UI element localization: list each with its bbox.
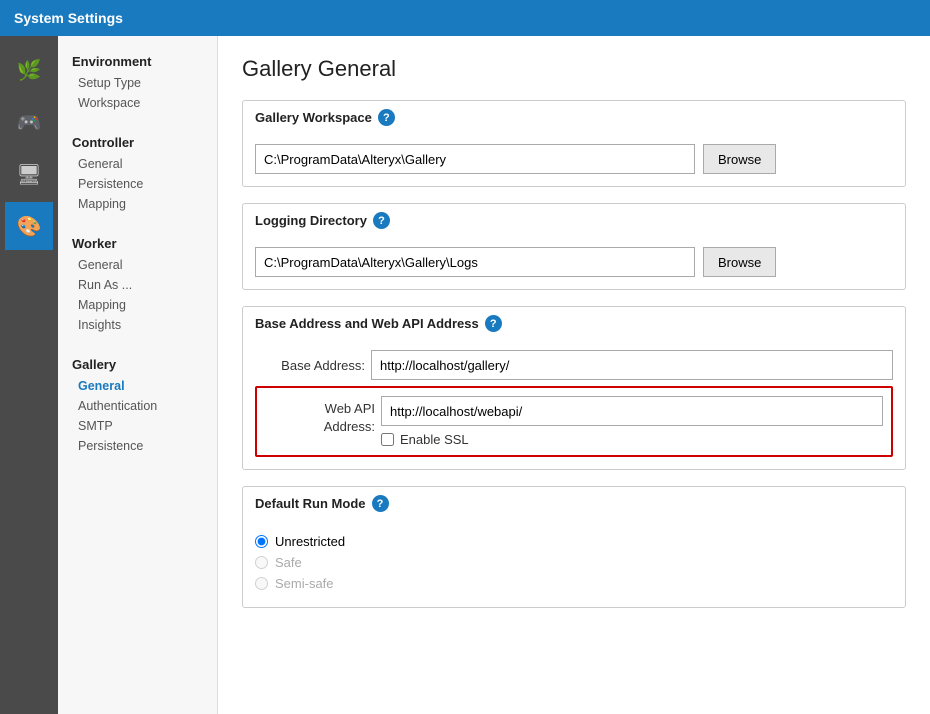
enable-ssl-label[interactable]: Enable SSL	[400, 432, 469, 447]
nav-item-setup-type[interactable]: Setup Type	[58, 73, 217, 93]
default-run-mode-help-icon[interactable]: ?	[372, 495, 389, 512]
nav-item-controller-general[interactable]: General	[58, 154, 217, 174]
run-mode-unrestricted-radio[interactable]	[255, 535, 268, 548]
default-run-mode-header: Default Run Mode ?	[243, 487, 905, 520]
nav-item-worker-runas[interactable]: Run As ...	[58, 275, 217, 295]
webapi-row: Web API Address: Enable SSL	[265, 396, 883, 447]
gallery-workspace-input[interactable]	[255, 144, 695, 174]
base-address-section: Base Address and Web API Address ? Base …	[242, 306, 906, 470]
default-run-mode-body: Unrestricted Safe Semi-safe	[243, 520, 905, 607]
gallery-workspace-browse-button[interactable]: Browse	[703, 144, 776, 174]
nav-item-gallery-general[interactable]: General	[58, 376, 217, 396]
base-address-title: Base Address and Web API Address	[255, 316, 479, 331]
sidebar-icon-controller[interactable]: 🎮	[5, 98, 53, 146]
nav-item-gallery-smtp[interactable]: SMTP	[58, 416, 217, 436]
run-mode-safe: Safe	[255, 555, 893, 570]
run-mode-safe-label[interactable]: Safe	[275, 555, 302, 570]
worker-icon: 🖥	[16, 162, 41, 187]
title-bar-label: System Settings	[14, 10, 123, 26]
base-address-help-icon[interactable]: ?	[485, 315, 502, 332]
gallery-workspace-section: Gallery Workspace ? Browse	[242, 100, 906, 187]
logging-directory-title: Logging Directory	[255, 213, 367, 228]
nav-item-gallery-persistence[interactable]: Persistence	[58, 436, 217, 456]
environment-icon: 🌿	[17, 58, 42, 83]
logging-directory-input[interactable]	[255, 247, 695, 277]
nav-item-worker-insights[interactable]: Insights	[58, 315, 217, 335]
gallery-workspace-input-row: Browse	[255, 144, 893, 174]
base-address-row: Base Address:	[255, 350, 893, 380]
run-mode-unrestricted-label[interactable]: Unrestricted	[275, 534, 345, 549]
content-area: Gallery General Gallery Workspace ? Brow…	[218, 36, 930, 714]
run-mode-unrestricted: Unrestricted	[255, 534, 893, 549]
default-run-mode-section: Default Run Mode ? Unrestricted Safe Se	[242, 486, 906, 608]
title-bar: System Settings	[0, 0, 930, 36]
run-mode-semisafe: Semi-safe	[255, 576, 893, 591]
nav-section-gallery: Gallery	[58, 349, 217, 376]
nav-item-worker-general[interactable]: General	[58, 255, 217, 275]
enable-ssl-checkbox[interactable]	[381, 433, 394, 446]
webapi-highlight-box: Web API Address: Enable SSL	[255, 386, 893, 457]
gallery-workspace-body: Browse	[243, 134, 905, 186]
nav-sidebar: Environment Setup Type Workspace Control…	[58, 36, 218, 714]
default-run-mode-title: Default Run Mode	[255, 496, 366, 511]
run-mode-semisafe-label[interactable]: Semi-safe	[275, 576, 334, 591]
nav-item-controller-mapping[interactable]: Mapping	[58, 194, 217, 214]
base-address-input[interactable]	[371, 350, 893, 380]
webapi-address-label: Web API Address:	[265, 396, 375, 436]
enable-ssl-row: Enable SSL	[381, 432, 883, 447]
main-layout: 🌿 🎮 🖥 🎨 Environment Setup Type Workspace…	[0, 36, 930, 714]
nav-item-worker-mapping[interactable]: Mapping	[58, 295, 217, 315]
sidebar-icon-environment[interactable]: 🌿	[5, 46, 53, 94]
nav-section-environment: Environment	[58, 46, 217, 73]
controller-icon: 🎮	[17, 110, 42, 135]
gallery-workspace-help-icon[interactable]: ?	[378, 109, 395, 126]
logging-directory-body: Browse	[243, 237, 905, 289]
sidebar-icon-gallery[interactable]: 🎨	[5, 202, 53, 250]
nav-section-worker: Worker	[58, 228, 217, 255]
logging-directory-input-row: Browse	[255, 247, 893, 277]
gallery-workspace-title: Gallery Workspace	[255, 110, 372, 125]
nav-item-controller-persistence[interactable]: Persistence	[58, 174, 217, 194]
webapi-input-container: Enable SSL	[381, 396, 883, 447]
run-mode-semisafe-radio[interactable]	[255, 577, 268, 590]
base-address-body: Base Address: Web API Address: Enable SS…	[243, 340, 905, 469]
gallery-icon: 🎨	[17, 214, 42, 239]
nav-item-workspace[interactable]: Workspace	[58, 93, 217, 113]
nav-section-controller: Controller	[58, 127, 217, 154]
sidebar-icon-worker[interactable]: 🖥	[5, 150, 53, 198]
icon-sidebar: 🌿 🎮 🖥 🎨	[0, 36, 58, 714]
base-address-label: Base Address:	[255, 358, 365, 373]
nav-item-gallery-authentication[interactable]: Authentication	[58, 396, 217, 416]
page-title: Gallery General	[242, 56, 906, 82]
logging-directory-section: Logging Directory ? Browse	[242, 203, 906, 290]
logging-directory-help-icon[interactable]: ?	[373, 212, 390, 229]
logging-directory-browse-button[interactable]: Browse	[703, 247, 776, 277]
logging-directory-header: Logging Directory ?	[243, 204, 905, 237]
webapi-address-input[interactable]	[381, 396, 883, 426]
base-address-header: Base Address and Web API Address ?	[243, 307, 905, 340]
run-mode-radio-group: Unrestricted Safe Semi-safe	[255, 530, 893, 595]
run-mode-safe-radio[interactable]	[255, 556, 268, 569]
gallery-workspace-header: Gallery Workspace ?	[243, 101, 905, 134]
